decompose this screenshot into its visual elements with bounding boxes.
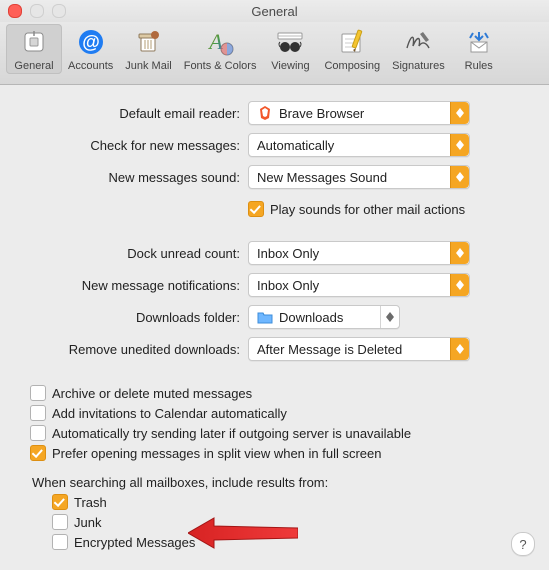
popup-value: Inbox Only [257,246,319,261]
tab-label: Junk Mail [125,60,171,72]
tab-label: General [14,60,53,72]
auto-send-later-label: Automatically try sending later if outgo… [52,426,411,441]
switch-icon [18,26,50,58]
check-messages-popup[interactable]: Automatically [248,133,470,157]
tab-viewing[interactable]: Viewing [262,24,318,74]
tab-composing[interactable]: Composing [318,24,386,74]
remove-unedited-label: Remove unedited downloads: [30,342,248,357]
tab-label: Signatures [392,60,445,72]
folder-icon [257,309,273,325]
new-sound-popup[interactable]: New Messages Sound [248,165,470,189]
auto-send-later-checkbox[interactable] [30,425,46,441]
rules-icon [463,26,495,58]
default-reader-popup[interactable]: Brave Browser [248,101,470,125]
close-window-button[interactable] [8,4,22,18]
play-sounds-checkbox[interactable] [248,201,264,217]
include-trash-checkbox[interactable] [52,494,68,510]
tab-label: Viewing [271,60,309,72]
popup-value: Downloads [279,310,343,325]
prefer-split-view-checkbox[interactable] [30,445,46,461]
chevron-up-down-icon [450,338,469,360]
tab-label: Fonts & Colors [184,60,257,72]
glasses-icon [274,26,306,58]
tab-fonts-colors[interactable]: A Fonts & Colors [178,24,263,74]
preferences-toolbar: General @ Accounts [0,22,549,85]
chevron-up-down-icon [450,102,469,124]
chevron-up-down-icon [450,274,469,296]
play-sounds-label: Play sounds for other mail actions [270,202,465,217]
tab-label: Accounts [68,60,113,72]
include-trash-label: Trash [74,495,107,510]
notifications-popup[interactable]: Inbox Only [248,273,470,297]
popup-value: Inbox Only [257,278,319,293]
tab-junk-mail[interactable]: Junk Mail [119,24,177,74]
chevron-up-down-icon [380,306,399,328]
tab-accounts[interactable]: @ Accounts [62,24,119,74]
remove-unedited-popup[interactable]: After Message is Deleted [248,337,470,361]
search-include-heading: When searching all mailboxes, include re… [32,475,519,490]
pencil-paper-icon [336,26,368,58]
popup-value: Brave Browser [279,106,364,121]
tab-signatures[interactable]: Signatures [386,24,451,74]
fonts-colors-icon: A [204,26,236,58]
dock-unread-popup[interactable]: Inbox Only [248,241,470,265]
zoom-window-button[interactable] [52,4,66,18]
help-icon: ? [519,537,526,552]
at-icon: @ [75,26,107,58]
window-title: General [0,4,549,19]
include-junk-checkbox[interactable] [52,514,68,530]
minimize-window-button[interactable] [30,4,44,18]
popup-value: Automatically [257,138,334,153]
tab-rules[interactable]: Rules [451,24,507,74]
popup-value: New Messages Sound [257,170,387,185]
downloads-folder-label: Downloads folder: [30,310,248,325]
popup-value: After Message is Deleted [257,342,402,357]
dock-unread-label: Dock unread count: [30,246,248,261]
chevron-up-down-icon [450,166,469,188]
prefer-split-view-label: Prefer opening messages in split view wh… [52,446,382,461]
titlebar: General [0,0,549,22]
chevron-up-down-icon [450,134,469,156]
brave-browser-icon [257,105,273,121]
archive-muted-label: Archive or delete muted messages [52,386,252,401]
archive-muted-checkbox[interactable] [30,385,46,401]
notifications-label: New message notifications: [30,278,248,293]
general-settings-panel: Default email reader: Brave Browser [0,85,549,570]
include-encrypted-checkbox[interactable] [52,534,68,550]
check-messages-label: Check for new messages: [30,138,248,153]
add-invitations-checkbox[interactable] [30,405,46,421]
tab-label: Rules [465,60,493,72]
trash-bin-icon [132,26,164,58]
svg-text:@: @ [82,32,100,52]
include-junk-label: Junk [74,515,101,530]
default-reader-label: Default email reader: [30,106,248,121]
downloads-folder-popup[interactable]: Downloads [248,305,400,329]
chevron-up-down-icon [450,242,469,264]
new-sound-label: New messages sound: [30,170,248,185]
tab-label: Composing [324,60,380,72]
tab-general[interactable]: General [6,24,62,74]
signature-icon [402,26,434,58]
help-button[interactable]: ? [511,532,535,556]
include-encrypted-label: Encrypted Messages [74,535,195,550]
add-invitations-label: Add invitations to Calendar automaticall… [52,406,287,421]
